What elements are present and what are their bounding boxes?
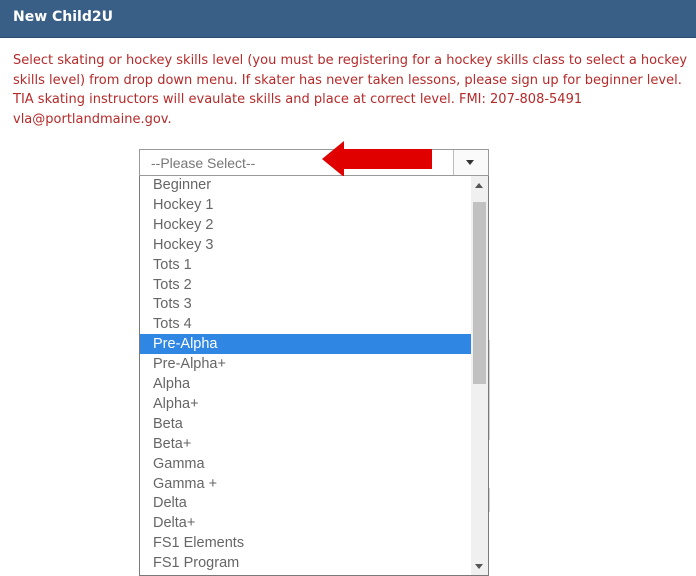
dropdown-option[interactable]: Tots 2	[140, 275, 471, 295]
section-header: New Child2U	[0, 0, 696, 38]
section-title: New Child2U	[13, 9, 113, 25]
skill-level-select[interactable]: --Please Select--	[139, 149, 489, 176]
instructions-text: Select skating or hockey skills level (y…	[13, 51, 696, 129]
dropdown-option[interactable]: Tots 1	[140, 255, 471, 275]
instructions-line: vla@portlandmaine.gov.	[13, 111, 172, 127]
chevron-down-icon	[466, 160, 474, 165]
scrollbar-thumb[interactable]	[473, 202, 486, 384]
dropdown-option[interactable]: Beta+	[140, 434, 471, 454]
dropdown-option[interactable]: Beginner	[140, 176, 471, 195]
dropdown-option[interactable]: Alpha+	[140, 394, 471, 414]
dropdown-option[interactable]: Delta	[140, 493, 471, 513]
dropdown-option[interactable]: Tots 4	[140, 314, 471, 334]
background-field-edge	[489, 488, 490, 512]
dropdown-scrollbar[interactable]	[471, 176, 488, 575]
dropdown-option[interactable]: Hockey 2	[140, 215, 471, 235]
dropdown-option[interactable]: Alpha	[140, 374, 471, 394]
dropdown-option[interactable]: Hockey 1	[140, 195, 471, 215]
instructions-line: Select skating or hockey skills level (y…	[13, 53, 688, 68]
red-arrow-icon	[322, 141, 432, 177]
background-field-edge	[489, 340, 490, 440]
dropdown-option[interactable]: FS1 Program	[140, 553, 471, 573]
instructions-line: TIA skating instructors will evaulate sk…	[13, 92, 583, 107]
dropdown-option[interactable]: Gamma +	[140, 474, 471, 494]
dropdown-option[interactable]: Delta+	[140, 513, 471, 533]
dropdown-option[interactable]: Tots 3	[140, 294, 471, 314]
dropdown-option[interactable]: Beta	[140, 414, 471, 434]
dropdown-option[interactable]: Pre-Alpha+	[140, 354, 471, 374]
select-current-value: --Please Select--	[151, 155, 256, 171]
dropdown-option[interactable]: Gamma	[140, 454, 471, 474]
skill-level-dropdown-list[interactable]: Beginner Hockey 1 Hockey 2 Hockey 3 Tots 1 To…	[139, 176, 489, 576]
dropdown-option[interactable]: FS1 Elements	[140, 533, 471, 553]
scroll-down-icon[interactable]	[475, 564, 483, 569]
select-toggle[interactable]	[453, 150, 488, 175]
dropdown-option[interactable]: Pre-Alpha	[140, 334, 471, 355]
scroll-up-icon[interactable]	[475, 183, 483, 188]
instructions-line: skills level) from drop down menu. If sk…	[13, 72, 682, 88]
dropdown-option[interactable]: Hockey 3	[140, 235, 471, 255]
